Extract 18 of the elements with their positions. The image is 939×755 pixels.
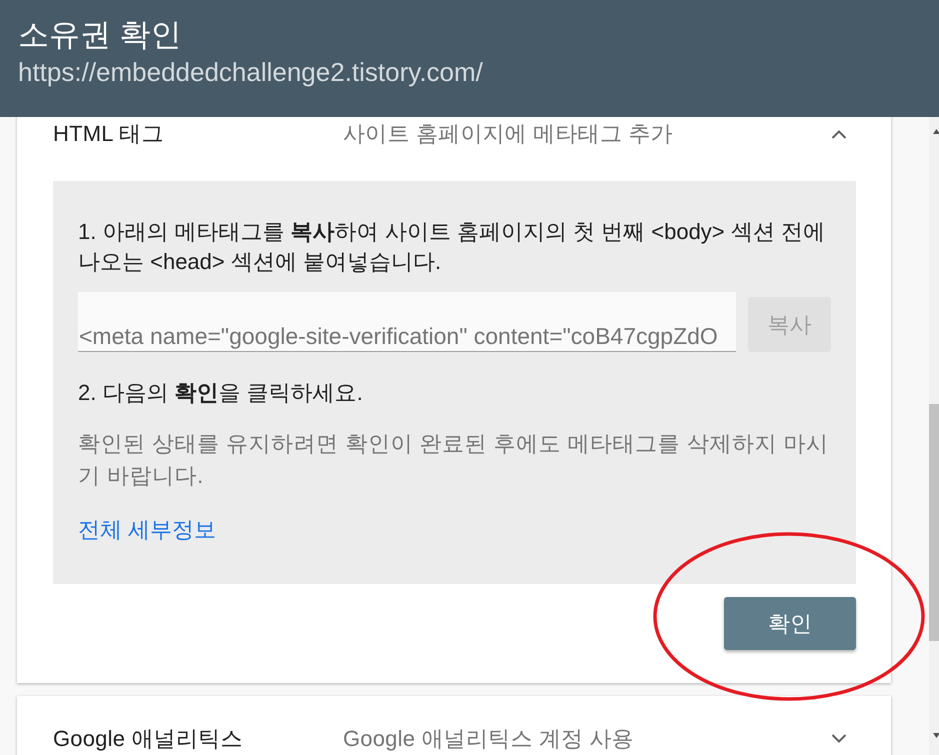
step-text: 1. 아래의 메타태그를 복사하여 사이트 홈페이지의 첫 번째 <body> 섹션 전에 나오는 <head> 섹션에 붙여넣습니다. <box>78 218 826 276</box>
note-text: 확인된 상태를 유지하려면 확인이 완료된 후에도 메타태그를 삭제하지 마시기 바랍니다. <box>78 430 830 490</box>
verify-button[interactable]: 확인 <box>724 597 856 650</box>
scrollbar-thumb[interactable] <box>929 404 939 641</box>
scroll-down-icon[interactable] <box>932 733 939 738</box>
page-title: 소유권 확인 <box>18 16 182 54</box>
method-title[interactable]: HTML 태그 <box>53 120 343 148</box>
site-url: https://embeddedchallenge2.tistory.com/ <box>18 57 483 87</box>
chevron-down-icon[interactable] <box>831 734 847 744</box>
scrollbar[interactable] <box>929 117 939 755</box>
method-summary: Google 애널리틱스 계정 사용 <box>343 725 635 753</box>
method-summary: 사이트 홈페이지에 메타태그 추가 <box>343 120 674 148</box>
method-title[interactable]: Google 애널리틱스 <box>53 725 343 753</box>
meta-tag-field[interactable]: <meta name="google-site-verification" content="coB47cgpZdO <box>78 292 736 352</box>
step-text: 2. 다음의 확인을 클릭하세요. <box>78 379 364 407</box>
details-link[interactable]: 전체 세부정보 <box>78 515 216 545</box>
chevron-up-icon[interactable] <box>831 129 847 139</box>
scroll-up-icon[interactable] <box>932 129 939 134</box>
